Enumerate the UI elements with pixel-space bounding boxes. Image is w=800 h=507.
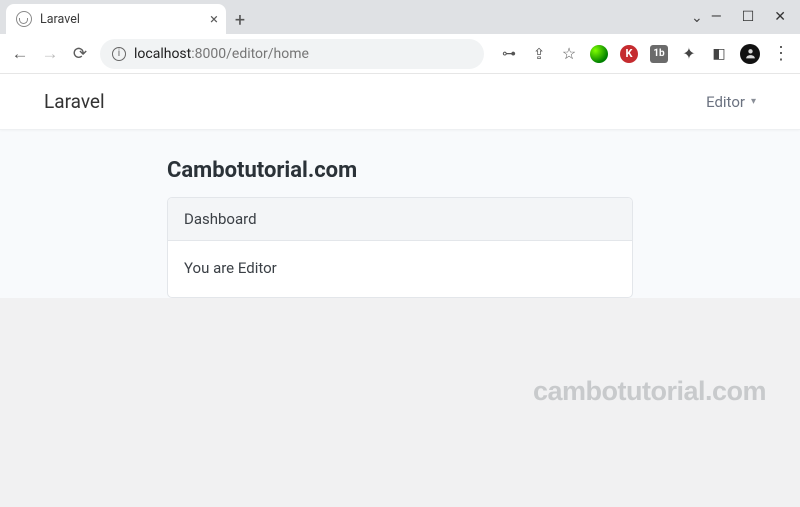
password-key-icon[interactable]: ⊶ [500,45,518,63]
side-panel-icon[interactable]: ◧ [710,45,728,63]
card-header: Dashboard [168,198,632,241]
url-path: :8000/editor/home [191,46,309,62]
window-controls: — ☐ ✕ [711,10,800,32]
tab-title: Laravel [40,12,80,27]
tab-search-icon[interactable]: ⌄ [691,10,703,34]
share-icon[interactable]: ⇪ [530,45,548,63]
globe-icon [16,11,32,27]
user-menu-label: Editor [706,93,745,111]
card-body: You are Editor [168,241,632,297]
app-navbar: Laravel Editor ▾ [0,74,800,130]
app-brand[interactable]: Laravel [44,90,105,113]
url-text: localhost:8000/editor/home [134,46,309,62]
dashboard-card: Dashboard You are Editor [167,197,633,298]
url-host: localhost [134,46,191,62]
page-container: Cambotutorial.com Dashboard You are Edit… [0,130,800,298]
window-close-button[interactable]: ✕ [774,10,786,24]
extension-idm-icon[interactable] [590,45,608,63]
chevron-down-icon: ▾ [751,96,756,107]
profile-avatar-icon[interactable] [740,44,760,64]
reload-button[interactable]: ⟳ [70,44,90,64]
minimize-button[interactable]: — [711,10,722,24]
plus-icon: + [235,10,245,31]
page-inner: Cambotutorial.com Dashboard You are Edit… [167,158,633,298]
browser-tab[interactable]: Laravel × [6,4,226,34]
extension-k-icon[interactable]: K [620,45,638,63]
page: Laravel Editor ▾ Cambotutorial.com Dashb… [0,74,800,298]
extension-1b-icon[interactable]: 1b [650,45,668,63]
toolbar-right: ⊶ ⇪ ☆ K 1b ✦ ◧ ⋮ [494,44,790,64]
new-tab-button[interactable]: + [226,6,254,34]
maximize-button[interactable]: ☐ [742,10,755,24]
address-bar[interactable]: i localhost:8000/editor/home [100,39,484,69]
browser-toolbar: ← → ⟳ i localhost:8000/editor/home ⊶ ⇪ ☆… [0,34,800,74]
browser-menu-icon[interactable]: ⋮ [772,45,790,63]
extensions-puzzle-icon[interactable]: ✦ [680,45,698,63]
browser-titlebar: Laravel × + ⌄ — ☐ ✕ [0,0,800,34]
tabs-area: Laravel × + [0,0,254,34]
tab-close-icon[interactable]: × [210,12,218,27]
user-menu-dropdown[interactable]: Editor ▾ [706,93,756,111]
site-info-icon[interactable]: i [112,47,126,61]
bookmark-star-icon[interactable]: ☆ [560,45,578,63]
forward-button[interactable]: → [40,44,60,64]
watermark-text: cambotutorial.com [533,376,766,407]
back-button[interactable]: ← [10,44,30,64]
page-heading: Cambotutorial.com [167,158,633,183]
